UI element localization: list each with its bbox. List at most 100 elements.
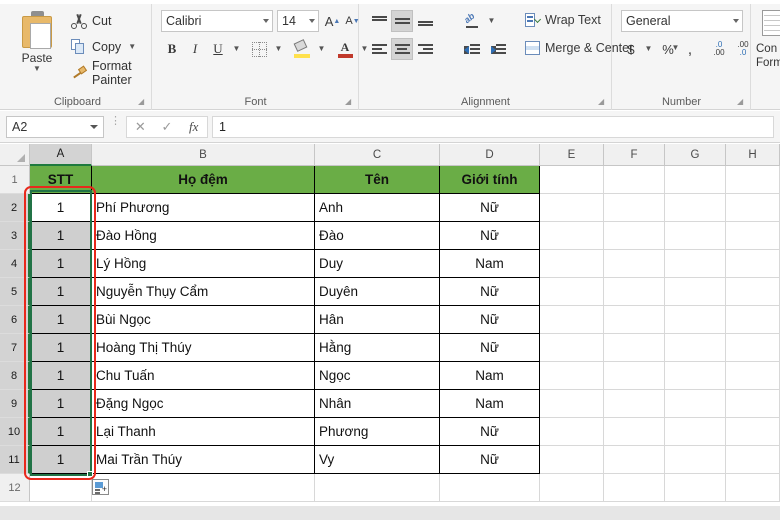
row-header-9[interactable]: 9 <box>0 390 30 418</box>
cell-d8[interactable]: Nam <box>440 362 540 390</box>
cell-h9[interactable] <box>726 390 780 418</box>
font-size-chevron-down-icon[interactable] <box>309 19 315 23</box>
underline-button[interactable]: U <box>207 38 229 60</box>
cell-a6[interactable]: 1 <box>30 306 92 334</box>
cell-b4[interactable]: Lý Hồng <box>92 250 315 278</box>
cell-c3[interactable]: Đào <box>315 222 440 250</box>
row-header-4[interactable]: 4 <box>0 250 30 278</box>
cell-f1[interactable] <box>604 166 665 194</box>
paste-button[interactable]: Paste ▼ <box>10 8 64 86</box>
cell-b2[interactable]: Phí Phương <box>92 194 315 222</box>
cell-g3[interactable] <box>665 222 726 250</box>
align-right-button[interactable] <box>414 38 436 60</box>
cell-g10[interactable] <box>665 418 726 446</box>
orientation-chevron-down-icon[interactable]: ▼ <box>484 10 497 32</box>
column-header-a[interactable]: A <box>30 144 92 166</box>
cell-e12[interactable] <box>540 474 604 502</box>
row-header-2[interactable]: 2 <box>0 194 30 222</box>
conditional-formatting-button[interactable]: Con Form <box>756 42 780 70</box>
row-header-10[interactable]: 10 <box>0 418 30 446</box>
cell-g2[interactable] <box>665 194 726 222</box>
cell-d9[interactable]: Nam <box>440 390 540 418</box>
cell-h7[interactable] <box>726 334 780 362</box>
cell-c9[interactable]: Nhân <box>315 390 440 418</box>
row-header-7[interactable]: 7 <box>0 334 30 362</box>
cell-f11[interactable] <box>604 446 665 474</box>
orientation-button[interactable]: ab <box>460 10 484 32</box>
cell-e3[interactable] <box>540 222 604 250</box>
cell-d10[interactable]: Nữ <box>440 418 540 446</box>
cell-b9[interactable]: Đặng Ngọc <box>92 390 315 418</box>
autofill-options-button[interactable]: + <box>92 479 109 495</box>
cell-h1[interactable] <box>726 166 780 194</box>
cell-f10[interactable] <box>604 418 665 446</box>
underline-chevron-down-icon[interactable]: ▼ <box>229 38 242 60</box>
cell-a9[interactable]: 1 <box>30 390 92 418</box>
cell-a7[interactable]: 1 <box>30 334 92 362</box>
cell-h10[interactable] <box>726 418 780 446</box>
increase-font-size-button[interactable]: A ▲ <box>323 10 342 32</box>
cell-e2[interactable] <box>540 194 604 222</box>
cell-h11[interactable] <box>726 446 780 474</box>
cell-h3[interactable] <box>726 222 780 250</box>
increase-indent-button[interactable] <box>486 38 510 60</box>
cell-c5[interactable]: Duyên <box>315 278 440 306</box>
align-center-button[interactable] <box>391 38 413 60</box>
cell-g12[interactable] <box>665 474 726 502</box>
cell-h6[interactable] <box>726 306 780 334</box>
column-header-b[interactable]: B <box>92 144 315 166</box>
cell-b5[interactable]: Nguyễn Thụy Cẩm <box>92 278 315 306</box>
cell-a3[interactable]: 1 <box>30 222 92 250</box>
cell-e5[interactable] <box>540 278 604 306</box>
cell-g7[interactable] <box>665 334 726 362</box>
cell-c8[interactable]: Ngọc <box>315 362 440 390</box>
cell-d4[interactable]: Nam <box>440 250 540 278</box>
cell-b6[interactable]: Bùi Ngọc <box>92 306 315 334</box>
cell-b10[interactable]: Lại Thanh <box>92 418 315 446</box>
row-header-6[interactable]: 6 <box>0 306 30 334</box>
cell-h5[interactable] <box>726 278 780 306</box>
cell-f5[interactable] <box>604 278 665 306</box>
cell-e7[interactable] <box>540 334 604 362</box>
cell-a12[interactable] <box>30 474 92 502</box>
cell-f6[interactable] <box>604 306 665 334</box>
select-all-button[interactable] <box>0 144 30 166</box>
row-header-3[interactable]: 3 <box>0 222 30 250</box>
cell-f8[interactable] <box>604 362 665 390</box>
column-header-g[interactable]: G <box>665 144 726 166</box>
font-dialog-launcher-icon[interactable]: ◢ <box>345 97 354 106</box>
cell-h12[interactable] <box>726 474 780 502</box>
cell-b12[interactable] <box>92 474 315 502</box>
cell-c7[interactable]: Hằng <box>315 334 440 362</box>
align-top-button[interactable] <box>368 10 390 32</box>
cell-b11[interactable]: Mai Trần Thúy <box>92 446 315 474</box>
cut-button[interactable]: Cut <box>68 10 114 32</box>
column-header-d[interactable]: D <box>440 144 540 166</box>
alignment-dialog-launcher-icon[interactable]: ◢ <box>598 97 607 106</box>
table-header-gioi-tinh[interactable]: Giới tính <box>440 166 540 194</box>
cell-c6[interactable]: Hân <box>315 306 440 334</box>
row-header-8[interactable]: 8 <box>0 362 30 390</box>
cell-g1[interactable] <box>665 166 726 194</box>
cell-d7[interactable]: Nữ <box>440 334 540 362</box>
number-dialog-launcher-icon[interactable]: ◢ <box>737 97 746 106</box>
cell-a10[interactable]: 1 <box>30 418 92 446</box>
italic-button[interactable]: I <box>184 38 206 60</box>
font-name-chevron-down-icon[interactable] <box>263 19 269 23</box>
comma-style-button[interactable]: , <box>680 38 700 60</box>
currency-button[interactable]: $ <box>621 38 641 60</box>
cell-e4[interactable] <box>540 250 604 278</box>
clipboard-dialog-launcher-icon[interactable]: ◢ <box>138 97 147 106</box>
cell-d6[interactable]: Nữ <box>440 306 540 334</box>
cell-b7[interactable]: Hoàng Thị Thúy <box>92 334 315 362</box>
cell-f2[interactable] <box>604 194 665 222</box>
font-size-input[interactable]: 14 <box>277 10 319 32</box>
cell-e8[interactable] <box>540 362 604 390</box>
conditional-formatting-icon[interactable] <box>762 10 780 36</box>
name-box[interactable]: A2 <box>6 116 104 138</box>
cell-a11[interactable]: 1 <box>30 446 92 474</box>
cell-e9[interactable] <box>540 390 604 418</box>
paste-caret-icon[interactable]: ▼ <box>10 65 64 73</box>
cell-f3[interactable] <box>604 222 665 250</box>
cell-a4[interactable]: 1 <box>30 250 92 278</box>
